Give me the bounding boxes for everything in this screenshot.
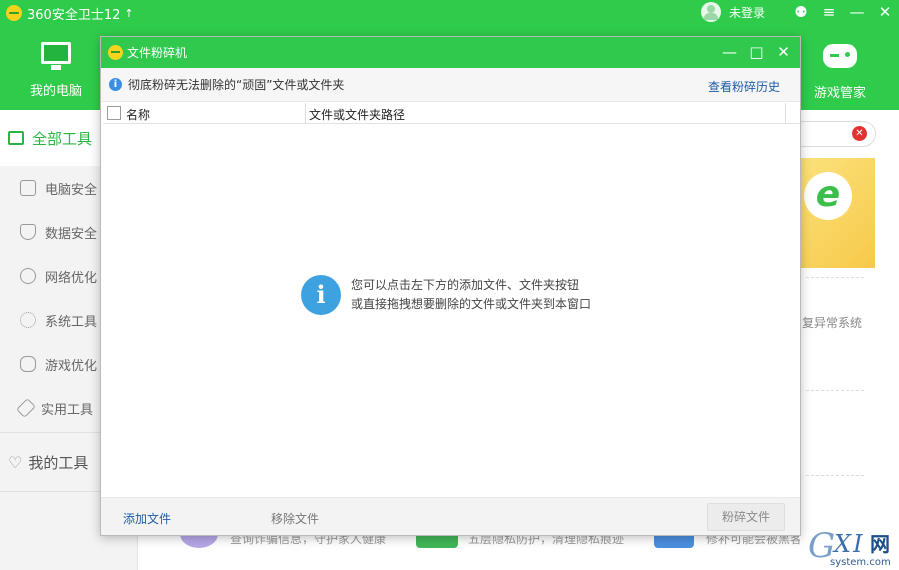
tab-game-manager[interactable]: 游戏管家 xyxy=(802,40,878,101)
heart-icon: ♡ xyxy=(8,452,23,472)
tab-my-computer-label: 我的电脑 xyxy=(29,84,82,99)
sidebar-item-label: 网络优化 xyxy=(45,270,98,286)
hint-line: 或直接拖拽想要删除的文件或文件夹到本窗口 xyxy=(351,297,592,311)
360-logo-icon xyxy=(6,5,22,21)
divider xyxy=(806,390,864,391)
dialog-close-icon[interactable]: ✕ xyxy=(770,40,797,64)
wrench-icon xyxy=(16,398,36,418)
empty-list-hint: i 您可以点击左下方的添加文件、文件夹按钮 或直接拖拽想要删除的文件或文件夹到本… xyxy=(301,275,591,315)
toolbox-icon xyxy=(8,131,24,145)
avatar-icon[interactable] xyxy=(700,2,721,22)
column-divider[interactable] xyxy=(785,103,786,123)
app-title: 360安全卫士12 ↑ xyxy=(6,4,134,23)
watermark-domain: system.com xyxy=(830,557,891,568)
shield-icon xyxy=(20,224,36,240)
360-logo-icon xyxy=(108,45,123,60)
sidebar-item-label: 电脑安全 xyxy=(45,182,98,198)
tab-game-manager-label: 游戏管家 xyxy=(813,86,866,101)
browser-logo-icon: e xyxy=(804,172,852,220)
hint-text: 您可以点击左下方的添加文件、文件夹按钮 或直接拖拽想要删除的文件或文件夹到本窗口 xyxy=(351,276,591,314)
file-table-header: 名称 文件或文件夹路径 xyxy=(103,103,800,124)
info-bar: i 彻底粉碎无法删除的“顽固”文件或文件夹 查看粉碎历史 xyxy=(101,68,800,102)
tool-description: 复异常系统 xyxy=(802,316,863,330)
app-window-controls: 未登录 ⚉ ≡ — ✕ xyxy=(700,2,899,22)
update-arrow-icon[interactable]: ↑ xyxy=(124,7,133,20)
dialog-minimize-icon[interactable]: — xyxy=(716,40,743,64)
tab-my-computer[interactable]: 我的电脑 xyxy=(12,40,100,99)
column-divider[interactable] xyxy=(305,103,306,123)
info-text: 彻底粉碎无法删除的“顽固”文件或文件夹 xyxy=(128,78,345,92)
clear-search-icon[interactable]: ✕ xyxy=(852,126,867,141)
minimize-icon[interactable]: — xyxy=(843,3,871,21)
gamepad-icon xyxy=(20,356,36,372)
sidebar-item-label: 数据安全 xyxy=(45,226,98,242)
dialog-maximize-icon[interactable]: □ xyxy=(743,40,770,64)
remove-file-button[interactable]: 移除文件 xyxy=(271,510,319,527)
gear-icon xyxy=(20,312,36,328)
sidebar-header-label: 全部工具 xyxy=(32,129,93,148)
skin-icon[interactable]: ⚉ xyxy=(787,3,815,21)
login-link[interactable]: 未登录 xyxy=(729,4,765,21)
watermark-logo: G XI 网 system.com xyxy=(800,524,899,570)
watermark-letters: XI xyxy=(834,530,865,558)
select-all-checkbox[interactable] xyxy=(107,106,121,120)
sidebar-item-label: 系统工具 xyxy=(45,314,98,330)
dialog-title: 文件粉碎机 xyxy=(127,46,188,60)
network-icon xyxy=(20,268,36,284)
gamepad-icon xyxy=(823,44,857,68)
monitor-icon xyxy=(41,42,71,70)
hint-line: 您可以点击左下方的添加文件、文件夹按钮 xyxy=(351,278,580,292)
divider xyxy=(806,475,864,476)
close-icon[interactable]: ✕ xyxy=(871,3,899,21)
add-file-button[interactable]: 添加文件 xyxy=(123,510,171,527)
monitor-icon xyxy=(20,180,36,196)
shred-file-button[interactable]: 粉碎文件 xyxy=(707,503,785,531)
app-title-text: 360安全卫士12 xyxy=(27,7,121,23)
dialog-footer: 添加文件 移除文件 粉碎文件 xyxy=(101,497,800,535)
column-header-name[interactable]: 名称 xyxy=(126,106,150,123)
watermark-net: 网 xyxy=(870,532,890,556)
info-icon: i xyxy=(109,78,122,91)
menu-icon[interactable]: ≡ xyxy=(815,3,843,21)
info-icon: i xyxy=(301,275,341,315)
sidebar-fav-label: 我的工具 xyxy=(28,453,89,472)
shred-history-link[interactable]: 查看粉碎历史 xyxy=(708,78,780,95)
divider xyxy=(806,277,864,278)
sidebar-item-label: 游戏优化 xyxy=(45,358,98,374)
sidebar-item-label: 实用工具 xyxy=(41,402,94,418)
file-shredder-dialog: 文件粉碎机 — □ ✕ i 彻底粉碎无法删除的“顽固”文件或文件夹 查看粉碎历史… xyxy=(100,36,801,536)
dialog-titlebar[interactable]: 文件粉碎机 xyxy=(101,37,800,68)
column-header-path[interactable]: 文件或文件夹路径 xyxy=(309,106,405,123)
